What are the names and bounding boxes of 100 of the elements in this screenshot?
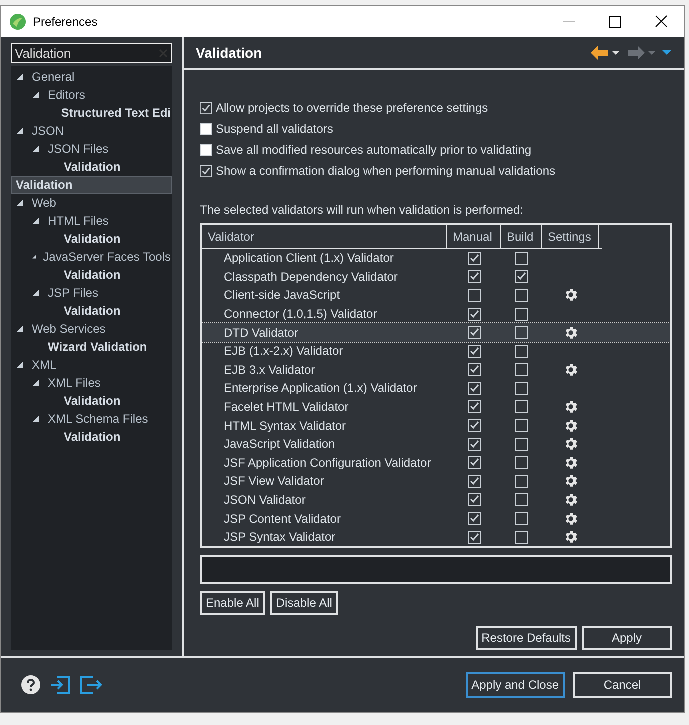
leaf-logo-icon <box>9 12 27 30</box>
table-row[interactable]: Classpath Dependency Validator <box>202 268 670 286</box>
manual-checkbox[interactable] <box>468 326 480 340</box>
manual-checkbox[interactable] <box>468 419 480 432</box>
page-action-button[interactable]: Apply <box>582 626 672 650</box>
tree-item[interactable]: XML Files <box>11 374 172 392</box>
table-row[interactable]: JavaScript Validation <box>202 434 670 454</box>
tree-item[interactable]: Validation <box>11 176 172 194</box>
manual-checkbox[interactable] <box>468 530 480 544</box>
dialog-button[interactable]: Cancel <box>573 672 672 698</box>
manual-checkbox[interactable] <box>468 512 480 526</box>
table-row[interactable]: Facelet HTML Validator <box>202 398 670 416</box>
tree-item[interactable]: XML <box>11 356 172 374</box>
tree-item[interactable]: JSON <box>11 122 172 140</box>
manual-checkbox[interactable] <box>468 382 480 395</box>
build-checkbox[interactable] <box>515 288 528 302</box>
table-row[interactable]: DTD Validator <box>202 323 670 342</box>
checkbox[interactable] <box>200 122 212 136</box>
table-row[interactable]: Enterprise Application (1.x) Validator <box>202 379 670 398</box>
build-checkbox[interactable] <box>515 493 528 506</box>
build-checkbox[interactable] <box>515 308 528 321</box>
table-row[interactable]: EJB 3.x Validator <box>202 360 670 380</box>
validator-name: JSON Validator <box>223 492 307 507</box>
build-checkbox[interactable] <box>515 474 528 488</box>
tree-item[interactable]: Validation <box>11 266 172 284</box>
table-row[interactable]: Client-side JavaScript <box>202 286 670 305</box>
validator-name: Classpath Dependency Validator <box>223 270 399 284</box>
manual-checkbox[interactable] <box>468 456 480 470</box>
tree-item[interactable]: Validation <box>11 158 172 176</box>
table-caption: The selected validators will run when validation is performed: <box>200 203 524 218</box>
build-checkbox[interactable] <box>515 252 528 265</box>
build-checkbox[interactable] <box>515 400 528 414</box>
table-row[interactable]: Connector (1.0,1.5) Validator <box>202 304 670 324</box>
tree-item[interactable]: JSON Files <box>11 140 172 158</box>
build-checkbox[interactable] <box>515 530 528 544</box>
manual-checkbox[interactable] <box>468 288 480 302</box>
table-row[interactable]: JSF Application Configuration Validator <box>202 453 670 472</box>
column-header[interactable]: Settings <box>542 225 599 248</box>
manual-checkbox[interactable] <box>468 363 480 376</box>
tree-item[interactable]: XML Schema Files <box>11 410 172 428</box>
tree-item[interactable]: HTML Files <box>11 212 172 230</box>
close-icon[interactable] <box>654 15 668 28</box>
table-row[interactable]: JSP Syntax Validator <box>202 528 670 546</box>
menu-caret-icon[interactable] <box>662 50 672 56</box>
tree-item[interactable]: Validation <box>11 230 172 248</box>
checkbox[interactable] <box>200 164 212 178</box>
tree-item[interactable]: JavaServer Faces Tools <box>11 248 172 266</box>
back-arrow-icon[interactable] <box>590 44 620 61</box>
build-checkbox[interactable] <box>515 326 528 340</box>
dialog-button[interactable]: Apply and Close <box>466 672 565 698</box>
build-checkbox[interactable] <box>515 512 528 526</box>
manual-checkbox[interactable] <box>468 308 480 321</box>
build-checkbox[interactable] <box>515 456 528 470</box>
table-action-button[interactable]: Disable All <box>270 591 338 615</box>
tree-item[interactable]: Structured Text Edi <box>11 104 172 122</box>
import-icon[interactable] <box>49 675 71 695</box>
table-row[interactable]: HTML Syntax Validator <box>202 416 670 435</box>
tree-item[interactable]: JSP Files <box>11 284 172 302</box>
tree-item[interactable]: Editors <box>11 86 172 104</box>
validator-name: HTML Syntax Validator <box>223 418 348 433</box>
manual-checkbox[interactable] <box>468 493 480 506</box>
filter-field[interactable]: Validation <box>11 43 172 63</box>
tree-item[interactable]: Wizard Validation <box>11 338 172 356</box>
tree-item[interactable]: Validation <box>11 392 172 410</box>
build-checkbox[interactable] <box>515 382 528 395</box>
tree-item[interactable]: Web <box>11 194 172 212</box>
tree-item[interactable]: Validation <box>11 428 172 446</box>
tree-item[interactable]: General <box>11 68 172 86</box>
page-action-button[interactable]: Restore Defaults <box>476 626 577 650</box>
table-row[interactable]: JSF View Validator <box>202 472 670 491</box>
checkbox[interactable] <box>200 144 212 157</box>
build-checkbox[interactable] <box>515 419 528 432</box>
checkbox[interactable] <box>200 102 212 115</box>
table-row[interactable]: EJB (1.x-2.x) Validator <box>202 342 670 360</box>
build-checkbox[interactable] <box>515 363 528 376</box>
validator-name: EJB (1.x-2.x) Validator <box>223 344 344 358</box>
manual-checkbox[interactable] <box>468 438 480 451</box>
column-header[interactable]: Manual <box>447 225 501 248</box>
manual-checkbox[interactable] <box>468 400 480 414</box>
tree-item[interactable]: Web Services <box>11 320 172 338</box>
manual-checkbox[interactable] <box>468 344 480 358</box>
table-row[interactable]: JSON Validator <box>202 490 670 510</box>
tree-item[interactable]: Validation <box>11 302 172 320</box>
table-action-button[interactable]: Enable All <box>200 591 266 615</box>
manual-checkbox[interactable] <box>468 474 480 488</box>
build-checkbox[interactable] <box>515 438 528 451</box>
table-row[interactable]: JSP Content Validator <box>202 509 670 528</box>
column-header[interactable]: Validator <box>202 225 447 248</box>
manual-checkbox[interactable] <box>468 270 480 284</box>
column-header[interactable]: Build <box>501 225 542 248</box>
option-label: Save all modified resources automatically prior to validating <box>216 143 532 158</box>
export-icon[interactable] <box>79 675 103 695</box>
table-row[interactable]: Application Client (1.x) Validator <box>202 248 670 268</box>
forward-arrow-icon[interactable] <box>626 44 656 61</box>
manual-checkbox[interactable] <box>468 252 480 265</box>
build-checkbox[interactable] <box>515 344 528 358</box>
maximize-icon[interactable] <box>609 16 621 28</box>
help-icon[interactable] <box>21 675 41 695</box>
validator-name: JavaScript Validation <box>223 437 336 452</box>
build-checkbox[interactable] <box>515 270 528 284</box>
